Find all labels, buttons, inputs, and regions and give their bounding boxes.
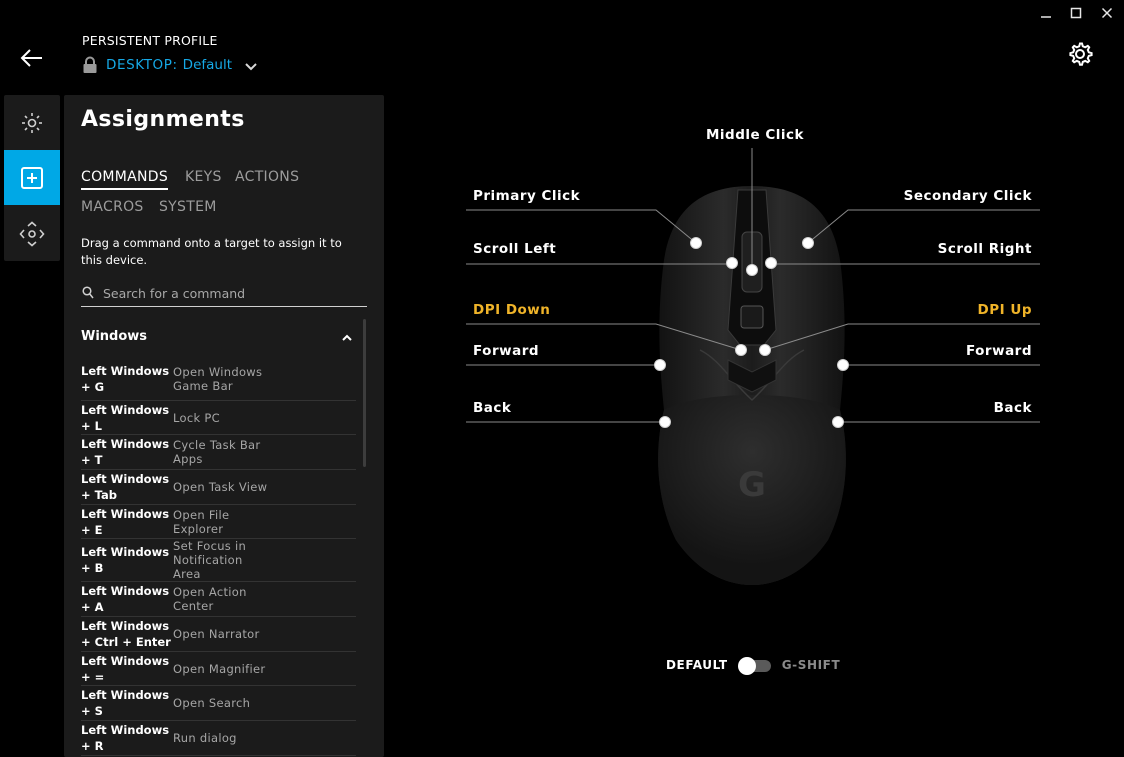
target-forward-left[interactable] bbox=[654, 359, 666, 371]
label-dpi-down[interactable]: DPI Down bbox=[473, 302, 550, 318]
label-back-left[interactable]: Back bbox=[473, 400, 511, 416]
target-scroll-right[interactable] bbox=[765, 257, 777, 269]
mouse-diagram: G bbox=[466, 148, 1040, 585]
toggle-label-default: DEFAULT bbox=[666, 658, 728, 672]
target-secondary-click[interactable] bbox=[802, 237, 814, 249]
label-middle-click[interactable]: Middle Click bbox=[706, 127, 804, 143]
label-dpi-up[interactable]: DPI Up bbox=[880, 302, 1032, 318]
target-forward-right[interactable] bbox=[837, 359, 849, 371]
target-dpi-up[interactable] bbox=[759, 344, 771, 356]
logitech-g-logo: G bbox=[738, 465, 766, 505]
label-secondary-click[interactable]: Secondary Click bbox=[880, 188, 1032, 204]
label-primary-click[interactable]: Primary Click bbox=[473, 188, 580, 204]
target-back-right[interactable] bbox=[832, 416, 844, 428]
label-forward-left[interactable]: Forward bbox=[473, 343, 539, 359]
target-back-left[interactable] bbox=[659, 416, 671, 428]
target-primary-click[interactable] bbox=[690, 237, 702, 249]
toggle-label-gshift: G-SHIFT bbox=[781, 658, 841, 672]
target-scroll-left[interactable] bbox=[726, 257, 738, 269]
label-forward-right[interactable]: Forward bbox=[880, 343, 1032, 359]
gshift-toggle[interactable] bbox=[737, 656, 772, 675]
toggle-knob bbox=[737, 657, 756, 675]
label-scroll-right[interactable]: Scroll Right bbox=[880, 241, 1032, 257]
label-scroll-left[interactable]: Scroll Left bbox=[473, 241, 556, 257]
gshift-toggle-row: DEFAULT G-SHIFT bbox=[666, 656, 841, 675]
label-back-right[interactable]: Back bbox=[880, 400, 1032, 416]
target-middle-click[interactable] bbox=[746, 264, 758, 276]
target-dpi-down[interactable] bbox=[735, 344, 747, 356]
